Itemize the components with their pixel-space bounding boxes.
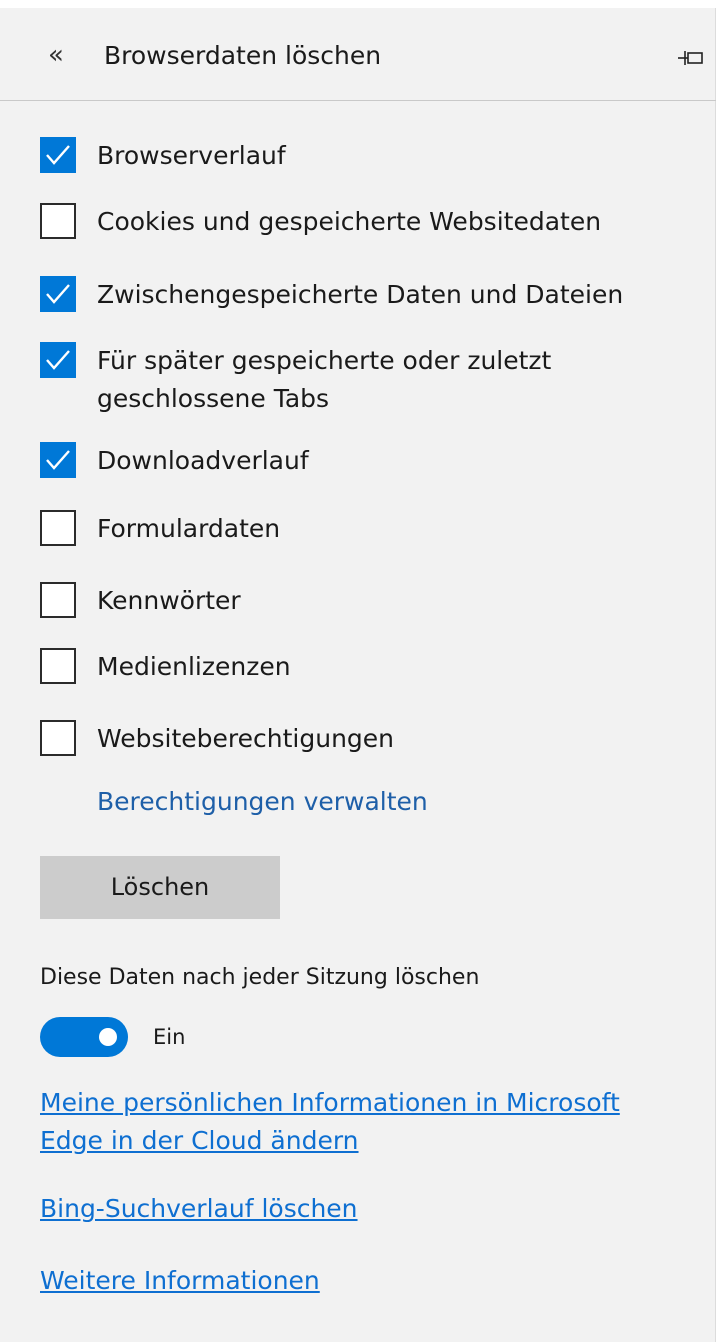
panel-header: « Browserdaten löschen — [0, 8, 716, 101]
option-passwords[interactable]: Kennwörter — [40, 582, 700, 622]
option-label: Downloadverlauf — [97, 446, 309, 475]
option-label: Für später gespeicherte oder zuletzt ges… — [97, 346, 552, 413]
toggle-state-label: Ein — [153, 1025, 186, 1049]
more-info-link[interactable]: Weitere Informationen — [40, 1262, 690, 1300]
checkbox-unchecked[interactable] — [40, 720, 76, 756]
option-label: Kennwörter — [97, 586, 241, 615]
checkmark-icon — [46, 350, 70, 370]
option-saved-tabs[interactable]: Für später gespeicherte oder zuletzt ges… — [40, 342, 700, 422]
checkbox-unchecked[interactable] — [40, 510, 76, 546]
checkmark-icon — [46, 145, 70, 165]
clear-button[interactable]: Löschen — [40, 856, 280, 919]
checkbox-checked[interactable] — [40, 137, 76, 173]
option-cookies[interactable]: Cookies und gespeicherte Websitedaten — [40, 203, 700, 243]
option-download-history[interactable]: Downloadverlauf — [40, 442, 700, 482]
option-label: Browserverlauf — [97, 141, 286, 170]
clear-browsing-data-panel: « Browserdaten löschen Browserverlauf Co… — [0, 8, 716, 1342]
option-cached-data[interactable]: Zwischengespeicherte Daten und Dateien — [40, 276, 700, 316]
checkbox-unchecked[interactable] — [40, 582, 76, 618]
checkbox-unchecked[interactable] — [40, 203, 76, 239]
clear-on-close-toggle[interactable] — [40, 1017, 128, 1057]
cloud-info-link[interactable]: Meine persönlichen Informationen in Micr… — [40, 1084, 690, 1160]
option-form-data[interactable]: Formulardaten — [40, 510, 700, 550]
bing-history-link[interactable]: Bing-Suchverlauf löschen — [40, 1190, 690, 1228]
option-label: Formulardaten — [97, 514, 281, 543]
option-label: Websiteberechtigungen — [97, 724, 395, 753]
toggle-knob — [99, 1028, 117, 1046]
option-browsing-history[interactable]: Browserverlauf — [40, 137, 700, 177]
option-label: Zwischengespeicherte Daten und Dateien — [97, 280, 624, 309]
option-media-licenses[interactable]: Medienlizenzen — [40, 648, 700, 688]
checkbox-unchecked[interactable] — [40, 648, 76, 684]
clear-on-close-label: Diese Daten nach jeder Sitzung löschen — [40, 965, 480, 990]
option-label: Cookies und gespeicherte Websitedaten — [97, 207, 602, 236]
page-title: Browserdaten löschen — [104, 41, 382, 70]
checkmark-icon — [46, 450, 70, 470]
checkbox-checked[interactable] — [40, 342, 76, 378]
checkbox-checked[interactable] — [40, 442, 76, 478]
back-icon[interactable]: « — [48, 42, 64, 68]
pin-icon[interactable] — [676, 48, 706, 68]
checkbox-checked[interactable] — [40, 276, 76, 312]
option-label: Medienlizenzen — [97, 652, 291, 681]
manage-permissions-link[interactable]: Berechtigungen verwalten — [97, 786, 428, 818]
option-site-permissions[interactable]: Websiteberechtigungen — [40, 720, 700, 760]
checkmark-icon — [46, 284, 70, 304]
